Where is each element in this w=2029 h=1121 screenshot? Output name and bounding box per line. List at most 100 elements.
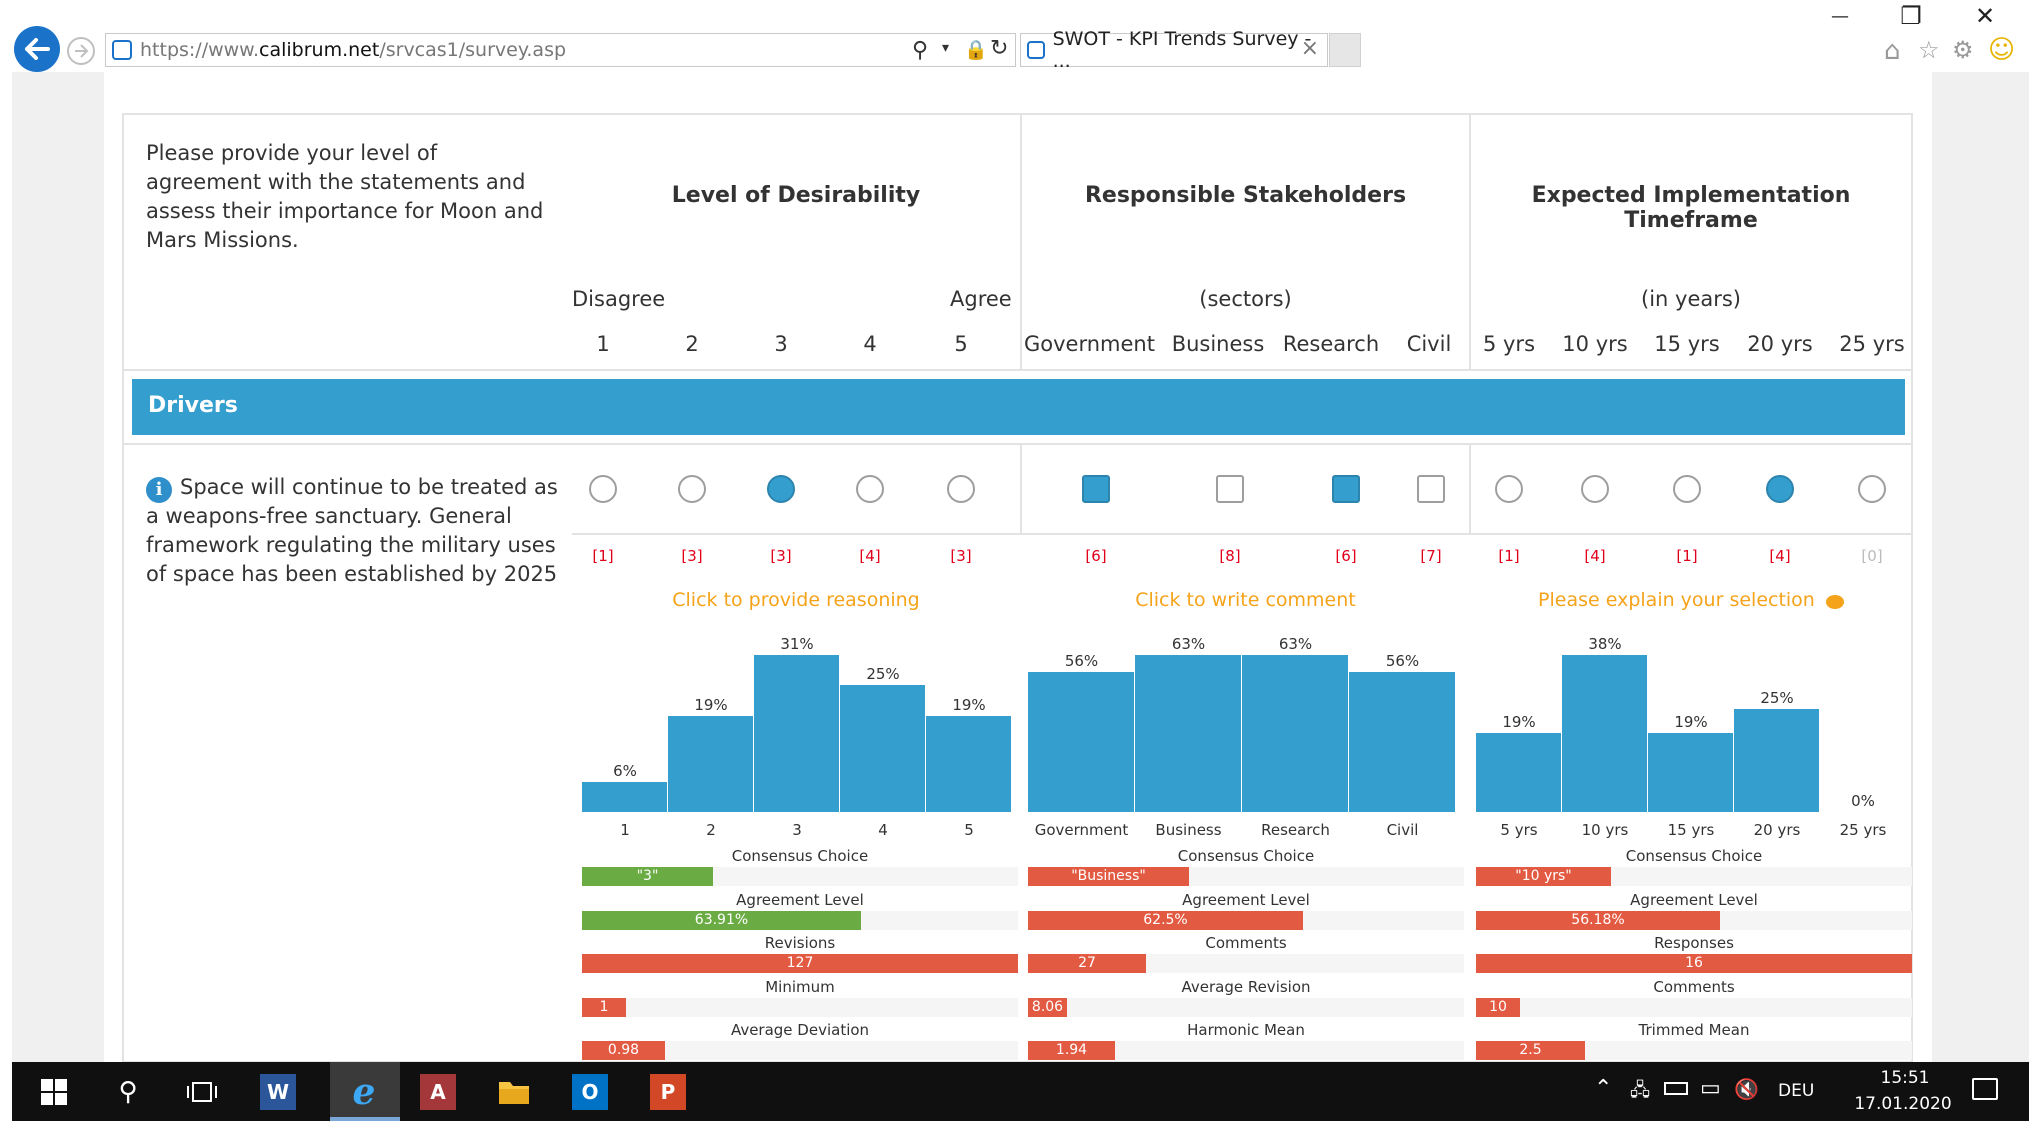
label-years: (in years) xyxy=(1641,287,1741,311)
scale-label-1: 1 xyxy=(596,332,610,356)
settings-gear-icon[interactable]: ⚙ xyxy=(1952,36,1974,64)
scale-radio-4[interactable] xyxy=(856,475,884,503)
chart-category-label: 1 xyxy=(620,821,630,839)
sector-count-business[interactable]: [8] xyxy=(1205,547,1255,565)
chart-category-label: 20 yrs xyxy=(1753,821,1801,839)
scale-radio-3[interactable] xyxy=(767,475,795,503)
timeframe-radio-5[interactable] xyxy=(1495,475,1523,503)
label-disagree: Disagree xyxy=(572,287,666,311)
scale-radio-1[interactable] xyxy=(589,475,617,503)
action-center-icon[interactable] xyxy=(1972,1078,1998,1100)
close-window-icon[interactable]: ✕ xyxy=(1965,2,2005,30)
sector-count-civil[interactable]: [7] xyxy=(1406,547,1456,565)
network-devices-icon[interactable]: 🖧 xyxy=(1630,1078,1650,1108)
address-bar[interactable]: https://www. calibrum.net /srvcas1/surve… xyxy=(105,33,1016,67)
chart-bar xyxy=(926,716,1011,812)
stat-label: Average Deviation xyxy=(730,1021,870,1039)
search-icon[interactable]: ⚲ xyxy=(912,38,928,63)
outlook-app-icon[interactable]: O xyxy=(572,1074,608,1110)
forward-button[interactable] xyxy=(67,37,95,65)
timeframe-radio-20[interactable] xyxy=(1766,475,1794,503)
scale-count-4[interactable]: [4] xyxy=(845,547,895,565)
timeframe-label-5: 5 yrs xyxy=(1482,332,1536,356)
stat-label: Responses xyxy=(1654,934,1734,952)
timeframe-count-15[interactable]: [1] xyxy=(1662,547,1712,565)
task-view-icon[interactable] xyxy=(182,1072,222,1112)
scale-radio-2[interactable] xyxy=(678,475,706,503)
chart-category-label: 5 yrs xyxy=(1500,821,1538,839)
chart-category-label: 5 xyxy=(964,821,974,839)
restore-icon[interactable]: ❐ xyxy=(1891,2,1931,30)
stat-label: Comments xyxy=(1205,934,1287,952)
scale-count-1[interactable]: [1] xyxy=(578,547,628,565)
chart-bar xyxy=(582,782,667,812)
speech-bubble-icon[interactable] xyxy=(1825,594,1844,609)
show-hidden-icons-icon[interactable]: ⌃ xyxy=(1594,1076,1612,1101)
home-icon[interactable]: ⌂ xyxy=(1884,36,1901,66)
scale-count-5[interactable]: [3] xyxy=(936,547,986,565)
url-domain: calibrum.net xyxy=(259,39,380,61)
timeframe-count-5[interactable]: [1] xyxy=(1484,547,1534,565)
stat-label: Minimum xyxy=(765,977,835,996)
scale-label-4: 4 xyxy=(863,332,877,356)
network-icon[interactable]: ▭ xyxy=(1700,1076,1721,1101)
stat-track xyxy=(1028,997,1464,1017)
timeframe-radio-25[interactable] xyxy=(1858,475,1886,503)
scale-radio-5[interactable] xyxy=(947,475,975,503)
volume-muted-icon[interactable]: 🔇 xyxy=(1734,1077,1759,1101)
survey-table: Please provide your level of agreement w… xyxy=(122,113,1913,1063)
dropdown-icon[interactable]: ▾ xyxy=(942,40,949,56)
timeframe-label-20: 20 yrs xyxy=(1747,332,1813,356)
word-app-icon[interactable]: W xyxy=(260,1074,296,1110)
lock-icon[interactable]: 🔒 xyxy=(964,38,988,61)
timeframe-radio-15[interactable] xyxy=(1673,475,1701,503)
tab-close-icon[interactable]: × xyxy=(1301,36,1319,61)
chart-category-label: Government xyxy=(1034,821,1129,839)
favorites-star-icon[interactable]: ☆ xyxy=(1918,36,1940,64)
scale-label-5: 5 xyxy=(954,332,968,356)
timeframe-count-25[interactable]: [0] xyxy=(1847,547,1897,565)
browser-tab[interactable]: SWOT - KPI Trends Survey - ... × xyxy=(1020,28,1328,72)
scale-count-2[interactable]: [3] xyxy=(667,547,717,565)
back-button[interactable] xyxy=(14,26,60,72)
sector-checkbox-research[interactable] xyxy=(1332,475,1360,503)
clock-date[interactable]: 17.01.2020 xyxy=(1848,1094,1958,1114)
chart-bar xyxy=(1135,655,1241,812)
sector-checkbox-civil[interactable] xyxy=(1417,475,1445,503)
header-desirability: Level of Desirability xyxy=(671,183,921,208)
sector-checkbox-business[interactable] xyxy=(1216,475,1244,503)
battery-icon[interactable] xyxy=(1664,1082,1688,1095)
chart-bar xyxy=(1028,672,1134,812)
sector-count-government[interactable]: [6] xyxy=(1071,547,1121,565)
start-windows-icon[interactable] xyxy=(34,1072,74,1112)
language-indicator[interactable]: DEU xyxy=(1778,1081,1814,1101)
explain-selection-link[interactable]: Please explain your selection xyxy=(1538,589,1815,611)
timeframe-radio-10[interactable] xyxy=(1581,475,1609,503)
sector-checkbox-government[interactable] xyxy=(1082,475,1110,503)
powerpoint-app-icon[interactable]: P xyxy=(650,1074,686,1110)
file-explorer-icon[interactable] xyxy=(494,1072,534,1112)
refresh-icon[interactable]: ↻ xyxy=(990,36,1008,61)
scrollbar-track[interactable] xyxy=(1932,72,2029,1062)
write-comment-link[interactable]: Click to write comment xyxy=(1022,589,1469,611)
provide-reasoning-link[interactable]: Click to provide reasoning xyxy=(572,589,1020,611)
chart-bar xyxy=(1349,672,1455,812)
internet-explorer-app-icon[interactable]: e xyxy=(344,1071,384,1113)
scale-count-3[interactable]: [3] xyxy=(756,547,806,565)
timeframe-count-10[interactable]: [4] xyxy=(1570,547,1620,565)
minimize-icon[interactable]: — xyxy=(1820,6,1860,27)
stat-label: Trimmed Mean xyxy=(1638,1021,1750,1039)
search-icon[interactable]: ⚲ xyxy=(108,1072,148,1112)
windows-taskbar: ⚲ W e A O P ⌃ 🖧 ▭ 🔇 DEU 15:51 17.01.2020 xyxy=(12,1062,2029,1121)
chart-data-label: 25% xyxy=(1760,689,1794,707)
timeframe-count-20[interactable]: [4] xyxy=(1755,547,1805,565)
clock-time[interactable]: 15:51 xyxy=(1860,1068,1950,1088)
smiley-feedback-icon[interactable]: ☺ xyxy=(1988,35,2015,65)
stat-track xyxy=(582,997,1018,1017)
chart-bar xyxy=(1562,655,1647,812)
section-bar-drivers: Drivers xyxy=(132,379,1905,435)
chart-category-label: 2 xyxy=(706,821,716,839)
new-tab-button[interactable] xyxy=(1329,33,1361,67)
sector-count-research[interactable]: [6] xyxy=(1321,547,1371,565)
access-app-icon[interactable]: A xyxy=(420,1074,456,1110)
